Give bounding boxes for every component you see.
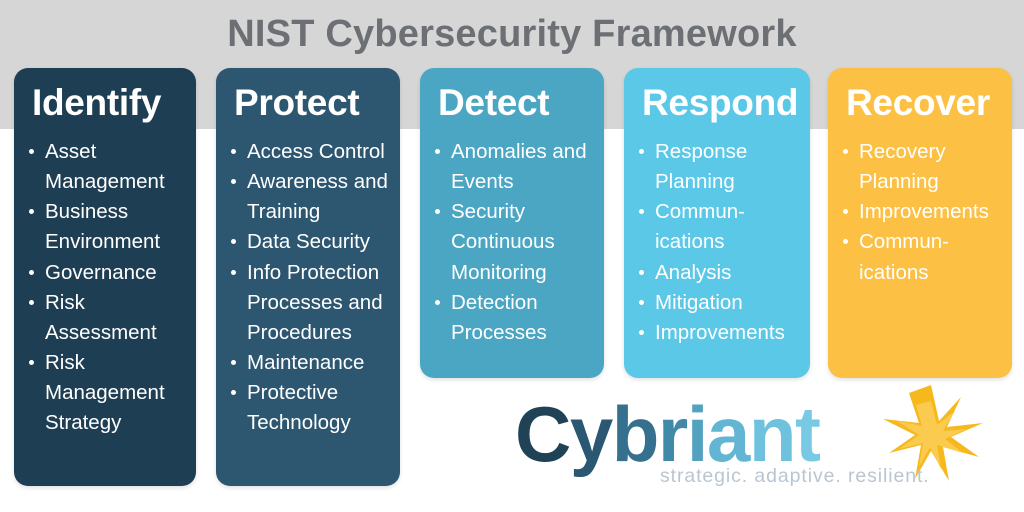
list-item: Risk Management Strategy [26,348,186,438]
card-respond[interactable]: Respond Response Planning Commun-ication… [624,68,810,378]
card-protect-list: Access Control Awareness and Training Da… [216,133,400,452]
list-item: Commun-ications [840,227,1002,287]
list-item: Governance [26,258,186,288]
list-item: Data Security [228,227,390,257]
list-item: Security Continuous Monitoring [432,197,594,287]
logo-wordmark: Cybriant [515,390,821,478]
logo-letter: n [748,390,797,478]
list-item: Maintenance [228,348,390,378]
list-item: Mitigation [636,288,800,318]
card-recover-title: Recover [846,82,990,123]
card-recover[interactable]: Recover Recovery Planning Improvements C… [828,68,1012,378]
logo-letter: t [794,390,821,478]
list-item: Awareness and Training [228,167,390,227]
list-item: Improvements [636,318,800,348]
page-title: NIST Cybersecurity Framework [227,13,797,55]
card-recover-list: Recovery Planning Improvements Commun-ic… [828,133,1012,302]
card-identify-title: Identify [32,82,162,123]
logo-letter: i [686,390,709,478]
list-item: Protective Technology [228,378,390,438]
list-item: Response Planning [636,137,800,197]
card-detect-list: Anomalies and Events Security Continuous… [420,133,604,362]
list-item: Risk Assessment [26,288,186,348]
logo-letter: a [706,390,750,478]
card-identify-list: Asset Management Business Environment Go… [14,133,196,452]
card-respond-title: Respond [642,82,799,123]
list-item: Asset Management [26,137,186,197]
list-item: Recovery Planning [840,137,1002,197]
logo-tagline: strategic. adaptive. resilient. [660,465,930,487]
list-item: Analysis [636,258,800,288]
list-item: Detection Processes [432,288,594,348]
list-item: Access Control [228,137,390,167]
card-protect[interactable]: Protect Access Control Awareness and Tra… [216,68,400,486]
logo-letter: y [569,390,613,478]
list-item: Anomalies and Events [432,137,594,197]
list-item: Commun-ications [636,197,800,257]
card-detect-title: Detect [438,82,550,123]
list-item: Info Protection Processes and Procedures [228,258,390,348]
cybriant-logo[interactable]: Cybriant strategic. adaptive. resilient. [505,385,995,505]
card-detect[interactable]: Detect Anomalies and Events Security Con… [420,68,604,378]
card-respond-list: Response Planning Commun-ications Analys… [624,133,810,362]
logo-letter: b [611,390,660,478]
list-item: Improvements [840,197,1002,227]
infographic-canvas: NIST Cybersecurity Framework Identify As… [0,0,1024,512]
logo-letter: C [515,390,571,478]
logo-letter: r [657,390,688,478]
list-item: Business Environment [26,197,186,257]
card-protect-title: Protect [234,82,360,123]
card-identify[interactable]: Identify Asset Management Business Envir… [14,68,196,486]
